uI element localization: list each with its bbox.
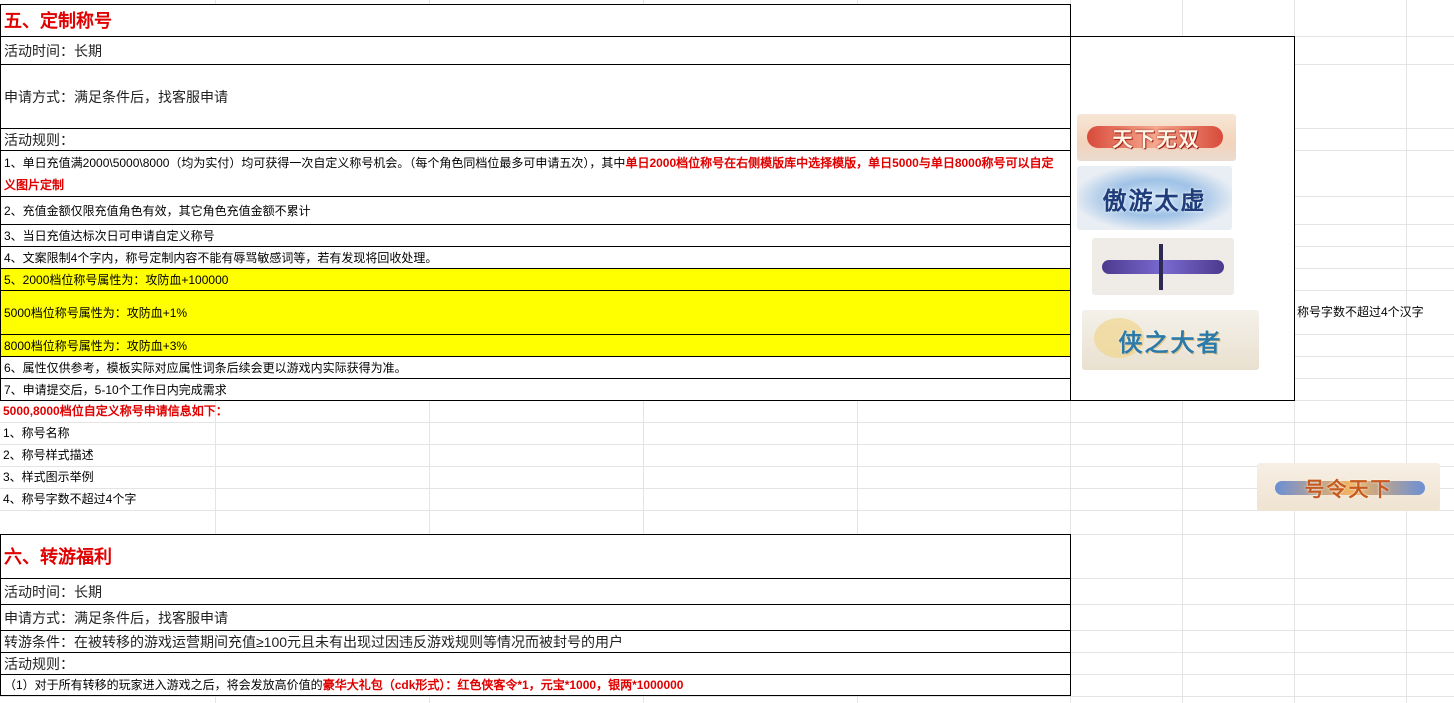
info-item-4: 4、称号字数不超过4个字: [3, 492, 137, 506]
section6-rule1: （1）对于所有转移的玩家进入游戏之后，将会发放高价值的豪华大礼包（cdk形式）：…: [0, 674, 1071, 696]
info-title: 5000,8000档位自定义称号申请信息如下：: [3, 404, 228, 418]
section6-condition: 转游条件：在被转移的游戏运营期间充值≥100元且未有出现过因违反游戏规则等情况而…: [0, 630, 1071, 653]
title-badge-1: 天下无双: [1077, 114, 1236, 161]
section5-title: 五、定制称号: [0, 4, 1071, 37]
section5-rule5: 5、2000档位称号属性为：攻防血+100000: [0, 268, 1071, 291]
title-badge-5: 号令天下: [1257, 463, 1440, 511]
section5-time: 活动时间：长期: [0, 36, 1071, 65]
section5-rule3: 3、当日充值达标次日可申请自定义称号: [0, 224, 1071, 247]
section6-rule1-text: （1）对于所有转移的玩家进入游戏之后，将会发放高价值的: [4, 678, 323, 692]
section6-rules-label: 活动规则：: [0, 652, 1071, 675]
section5-rule7: 7、申请提交后，5-10个工作日内完成需求: [0, 378, 1071, 401]
section6-title: 六、转游福利: [0, 534, 1071, 579]
title-badge-2: 傲游太虚: [1077, 166, 1232, 230]
title-badge-3: [1092, 238, 1234, 295]
section5-rule6: 6、属性仅供参考，模板实际对应属性词条后续会更以游戏内实际获得为准。: [0, 356, 1071, 379]
info-item-2: 2、称号样式描述: [3, 448, 94, 462]
section5-rule5c: 8000档位称号属性为：攻防血+3%: [0, 334, 1071, 357]
section5-rule1: 1、单日充值满2000\5000\8000（均为实付）均可获得一次自定义称号机会…: [0, 150, 1071, 197]
section6-rule1-highlight: 豪华大礼包（cdk形式）：红色侠客令*1，元宝*1000，银两*1000000: [322, 678, 684, 692]
info-item-3: 3、样式图示举例: [3, 470, 94, 484]
section5-apply: 申请方式：满足条件后，找客服申请: [0, 64, 1071, 129]
section5-rule2: 2、充值金额仅限充值角色有效，其它角色充值金额不累计: [0, 196, 1071, 225]
info-item-1: 1、称号名称: [3, 426, 70, 440]
section5-rule5b: 5000档位称号属性为：攻防血+1%: [0, 290, 1071, 335]
rule1-text: 1、单日充值满2000\5000\8000（均为实付）均可获得一次自定义称号机会…: [4, 156, 626, 170]
title-badge-4: 侠之大者: [1082, 310, 1259, 370]
side-note: 称号字数不超过4个汉字: [1297, 305, 1424, 319]
section6-time: 活动时间：长期: [0, 578, 1071, 605]
section5-rules-label: 活动规则：: [0, 128, 1071, 151]
section5-rule4: 4、文案限制4个字内，称号定制内容不能有辱骂敏感词等，若有发现将回收处理。: [0, 246, 1071, 269]
section6-apply: 申请方式：满足条件后，找客服申请: [0, 604, 1071, 631]
